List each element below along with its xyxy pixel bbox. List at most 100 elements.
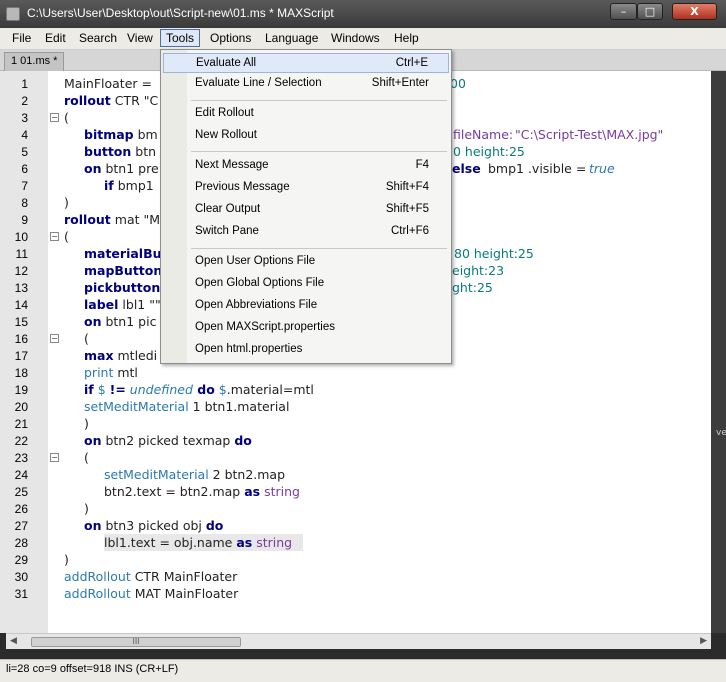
code-line-31[interactable]: addRollout MAT MainFloater bbox=[64, 586, 238, 601]
code-line-22[interactable]: on btn2 picked texmap do bbox=[84, 433, 252, 448]
menu-item-label: Open Global Options File bbox=[195, 277, 325, 289]
menu-file[interactable]: File bbox=[12, 31, 31, 45]
code-token: lbl1.text = obj.name bbox=[104, 535, 237, 550]
fold-toggle-icon[interactable]: − bbox=[50, 232, 59, 241]
code-line-15[interactable]: on btn1 pic bbox=[84, 314, 156, 329]
code-keyword: mapButton bbox=[84, 263, 163, 278]
code-line-13[interactable]: pickbutton ght:25 bbox=[84, 280, 493, 295]
code-token: btn3 picked obj bbox=[101, 518, 206, 533]
line-number: 13 bbox=[14, 281, 28, 295]
menu-item-previous-message[interactable]: Previous Message Shift+F4 bbox=[163, 178, 449, 198]
code-line-14[interactable]: label lbl1 "" bbox=[84, 297, 161, 312]
code-line-4[interactable]: bitmap bm fileName: "C:\Script-Test\MAX.jp… bbox=[84, 127, 663, 142]
line-number: 3 bbox=[21, 111, 28, 125]
menu-item-label: Switch Pane bbox=[195, 225, 259, 237]
menu-view[interactable]: View bbox=[127, 31, 153, 45]
code-function: setMeditMaterial bbox=[84, 399, 189, 414]
menu-item-open-abbreviations[interactable]: Open Abbreviations File bbox=[163, 296, 449, 316]
menu-item-evaluate-line[interactable]: Evaluate Line / Selection Shift+Enter bbox=[163, 74, 449, 94]
menu-item-label: Open html.properties bbox=[195, 343, 303, 355]
code-line-5[interactable]: button btn 0 height:25 bbox=[84, 144, 525, 159]
line-number: 12 bbox=[14, 264, 28, 278]
menu-search[interactable]: Search bbox=[79, 31, 117, 45]
menu-item-next-message[interactable]: Next Message F4 bbox=[163, 156, 449, 176]
line-number: 27 bbox=[14, 519, 28, 533]
menu-options[interactable]: Options bbox=[210, 31, 251, 45]
code-token: mtledi bbox=[113, 348, 158, 363]
scrollbar-thumb[interactable]: III bbox=[31, 637, 241, 647]
minimize-button[interactable]: – bbox=[610, 3, 637, 20]
title-bar[interactable]: C:\Users\User\Desktop\out\Script-new\01.… bbox=[0, 0, 726, 28]
code-line-2[interactable]: rollout CTR "C bbox=[64, 93, 158, 108]
code-line-1[interactable]: MainFloater = 00 bbox=[64, 76, 466, 91]
code-keyword: as bbox=[244, 484, 261, 499]
line-number: 5 bbox=[21, 145, 28, 159]
code-line-6[interactable]: on btn1 pre else bmp1 .visible = true bbox=[84, 161, 615, 176]
code-line-8[interactable]: ) bbox=[64, 195, 69, 210]
code-token: fileName: bbox=[453, 127, 514, 142]
menu-item-evaluate-all[interactable]: Evaluate All Ctrl+E bbox=[163, 53, 449, 73]
menu-item-edit-rollout[interactable]: Edit Rollout bbox=[163, 104, 449, 124]
menu-item-shortcut: Ctrl+F6 bbox=[390, 225, 429, 237]
code-line-10[interactable]: ( bbox=[64, 229, 69, 244]
close-button[interactable]: X bbox=[672, 3, 717, 20]
menu-tools[interactable]: Tools bbox=[160, 29, 201, 47]
menu-item-new-rollout[interactable]: New Rollout bbox=[163, 126, 449, 146]
code-function: print bbox=[84, 365, 114, 380]
code-token: lbl1 "" bbox=[118, 297, 161, 312]
menu-windows[interactable]: Windows bbox=[331, 31, 380, 45]
scroll-left-icon[interactable]: ◀ bbox=[10, 636, 17, 646]
code-string: "C:\Script-Test\MAX.jpg" bbox=[515, 127, 664, 142]
code-keyword: if bbox=[104, 178, 114, 193]
line-number: 24 bbox=[14, 468, 28, 482]
line-number: 29 bbox=[14, 553, 28, 567]
code-line-20[interactable]: setMeditMaterial 1 btn1.material bbox=[84, 399, 289, 414]
code-line-16[interactable]: ( bbox=[84, 331, 89, 346]
code-line-12[interactable]: mapButton eight:23 bbox=[84, 263, 504, 278]
code-line-27[interactable]: on btn3 picked obj do bbox=[84, 518, 223, 533]
code-token: btn2 picked texmap bbox=[101, 433, 235, 448]
code-line-30[interactable]: addRollout CTR MainFloater bbox=[64, 569, 237, 584]
code-line-18[interactable]: print mtl bbox=[84, 365, 138, 380]
code-line-26[interactable]: ) bbox=[84, 501, 89, 516]
code-keyword: on bbox=[84, 314, 102, 329]
scroll-right-icon[interactable]: ▶ bbox=[700, 636, 707, 646]
code-line-17[interactable]: max mtledi bbox=[84, 348, 157, 363]
menu-item-label: Open Abbreviations File bbox=[195, 299, 318, 311]
clipped-edge-text: ve bbox=[716, 428, 726, 438]
menu-item-open-user-options[interactable]: Open User Options File bbox=[163, 252, 449, 272]
fold-toggle-icon[interactable]: − bbox=[50, 334, 59, 343]
fold-toggle-icon[interactable]: − bbox=[50, 113, 59, 122]
code-line-29[interactable]: ) bbox=[64, 552, 69, 567]
code-line-7[interactable]: if bmp1 bbox=[104, 178, 154, 193]
code-line-19[interactable]: if $ != undefined do $.material=mtl bbox=[84, 382, 314, 397]
tab-01-ms[interactable]: 1 01.ms * bbox=[4, 52, 65, 71]
vertical-scrollbar[interactable] bbox=[711, 71, 726, 633]
menu-language[interactable]: Language bbox=[265, 31, 318, 45]
code-token: mat "M bbox=[110, 212, 161, 227]
code-line-24[interactable]: setMeditMaterial 2 btn2.map bbox=[104, 467, 285, 482]
code-line-21[interactable]: ) bbox=[84, 416, 89, 431]
menu-item-open-maxscript-properties[interactable]: Open MAXScript.properties bbox=[163, 318, 449, 338]
code-line-23[interactable]: ( bbox=[84, 450, 89, 465]
maximize-button[interactable]: □ bbox=[637, 3, 663, 20]
code-line-11[interactable]: materialBu 80 height:25 bbox=[84, 246, 534, 261]
code-token: .material=mtl bbox=[226, 382, 314, 397]
menu-item-clear-output[interactable]: Clear Output Shift+F5 bbox=[163, 200, 449, 220]
code-line-3[interactable]: ( bbox=[64, 110, 69, 125]
menu-item-switch-pane[interactable]: Switch Pane Ctrl+F6 bbox=[163, 222, 449, 242]
menu-help[interactable]: Help bbox=[394, 31, 419, 45]
menu-edit[interactable]: Edit bbox=[45, 31, 66, 45]
horizontal-scrollbar[interactable]: ◀ III ▶ bbox=[6, 633, 711, 649]
code-token: btn1 pre bbox=[101, 161, 159, 176]
code-line-9[interactable]: rollout mat "M bbox=[64, 212, 160, 227]
code-line-28[interactable]: lbl1.text = obj.name as string bbox=[104, 535, 292, 550]
menu-item-label: Clear Output bbox=[195, 203, 261, 215]
code-line-25[interactable]: btn2.text = btn2.map as string bbox=[104, 484, 300, 499]
code-keyword: if bbox=[84, 382, 94, 397]
menu-item-open-html-properties[interactable]: Open html.properties bbox=[163, 340, 449, 360]
fold-margin bbox=[48, 71, 60, 633]
menu-item-open-global-options[interactable]: Open Global Options File bbox=[163, 274, 449, 294]
code-function: addRollout bbox=[64, 569, 131, 584]
fold-toggle-icon[interactable]: − bbox=[50, 453, 59, 462]
